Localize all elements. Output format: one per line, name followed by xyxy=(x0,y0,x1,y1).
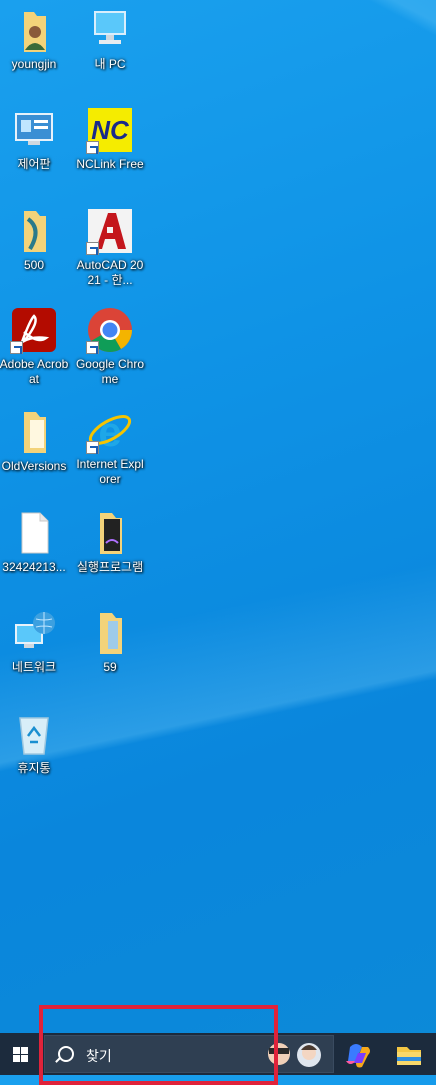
desktop-icon-nclink[interactable]: NC NCLink Free xyxy=(74,106,146,172)
desktop-icon-my-pc[interactable]: 내 PC xyxy=(74,6,146,72)
shortcut-arrow-icon xyxy=(86,441,99,454)
document-icon xyxy=(10,509,58,557)
desktop-icon-oldversions[interactable]: OldVersions xyxy=(0,408,70,474)
desktop-icon-recycle-bin[interactable]: 휴지통 xyxy=(0,710,70,776)
network-icon xyxy=(10,609,58,657)
file-explorer-icon[interactable] xyxy=(394,1039,424,1069)
desktop: youngjin 내 PC 제어판 NC NCLink Free 500 Aut… xyxy=(0,0,436,1033)
desktop-icon-google-chrome[interactable]: Google Chrome xyxy=(74,306,146,387)
control-panel-icon xyxy=(10,106,58,154)
desktop-icon-autocad[interactable]: AutoCAD 2021 - 한... xyxy=(74,207,146,288)
start-button[interactable] xyxy=(0,1033,40,1075)
search-box-highlight xyxy=(39,1005,278,1085)
desktop-icon-file-32424213[interactable]: 32424213... xyxy=(0,509,70,575)
desktop-icon-network[interactable]: 네트워크 xyxy=(0,609,70,675)
shortcut-arrow-icon xyxy=(10,341,23,354)
internet-explorer-icon: e xyxy=(86,406,134,455)
nclink-icon: NC xyxy=(86,106,134,154)
autocad-icon xyxy=(86,207,134,255)
acrobat-icon xyxy=(10,306,58,354)
shortcut-arrow-icon xyxy=(86,141,99,154)
computer-icon xyxy=(86,6,134,54)
folder-icon xyxy=(10,207,58,255)
folder-icon xyxy=(86,509,134,557)
desktop-icon-internet-explorer[interactable]: e Internet Explorer xyxy=(74,406,146,487)
shortcut-arrow-icon xyxy=(86,341,99,354)
folder-icon xyxy=(86,609,134,657)
desktop-icon-adobe-acrobat[interactable]: Adobe Acrobat xyxy=(0,306,70,387)
desktop-icon-500[interactable]: 500 xyxy=(0,207,70,273)
desktop-icon-program-folder[interactable]: 실행프로그램 xyxy=(74,509,146,575)
recycle-bin-icon xyxy=(10,710,58,758)
desktop-icon-control-panel[interactable]: 제어판 xyxy=(0,106,70,172)
desktop-icon-youngjin[interactable]: youngjin xyxy=(0,6,70,72)
folder-icon xyxy=(10,408,58,456)
svg-text:e: e xyxy=(98,408,121,454)
copilot-icon[interactable] xyxy=(344,1039,374,1069)
chrome-icon xyxy=(86,306,134,354)
shortcut-arrow-icon xyxy=(86,242,99,255)
user-folder-icon xyxy=(10,6,58,54)
desktop-icon-59[interactable]: 59 xyxy=(74,609,146,675)
